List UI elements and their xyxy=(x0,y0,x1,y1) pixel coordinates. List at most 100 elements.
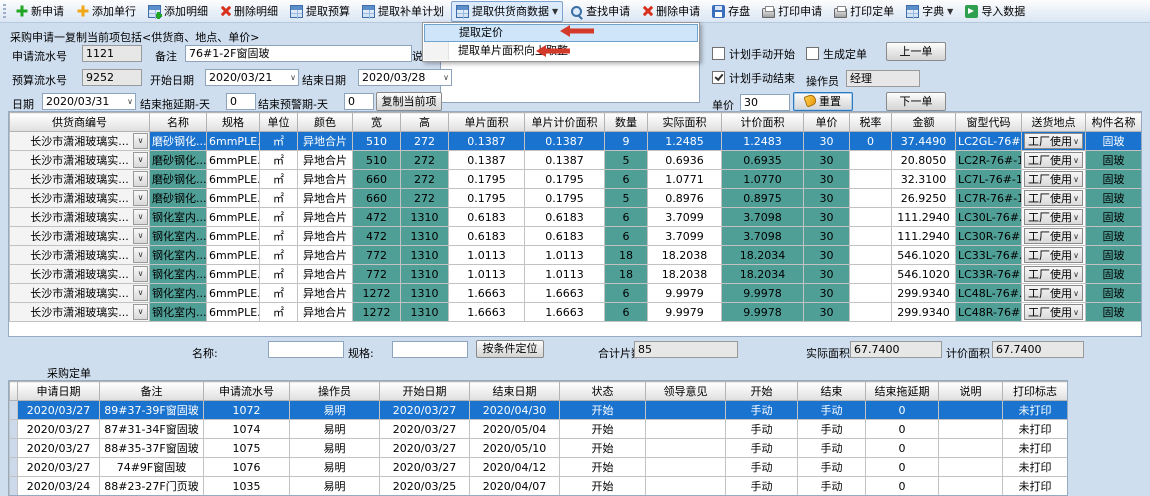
start-date-select[interactable]: 2020/03/21∨ xyxy=(205,69,299,86)
cell[interactable]: 299.9340 xyxy=(892,284,956,303)
cell[interactable]: 2020/04/12 xyxy=(470,458,560,477)
cell[interactable]: 30 xyxy=(804,246,850,265)
cell[interactable]: 30 xyxy=(804,284,850,303)
checkbox-icon[interactable] xyxy=(712,47,725,60)
cell[interactable]: 1310 xyxy=(401,227,449,246)
cell[interactable] xyxy=(850,303,892,322)
cell[interactable]: 易明 xyxy=(290,420,380,439)
cell[interactable]: 1.0770 xyxy=(722,170,804,189)
cell[interactable]: 钢化室内... xyxy=(150,227,207,246)
supplier-combo-cell[interactable]: 长沙市潇湘玻璃实...∨ xyxy=(10,208,150,227)
cell[interactable]: 0.8976 xyxy=(648,189,722,208)
cell[interactable]: 磨砂钢化... xyxy=(150,170,207,189)
previous-order-button[interactable]: 上一单 xyxy=(886,42,946,61)
cell[interactable]: 未打印 xyxy=(1003,458,1068,477)
cell[interactable]: 0.6183 xyxy=(449,208,525,227)
toolbar-button-save[interactable]: 存盘 xyxy=(707,1,755,22)
cell[interactable]: ㎡ xyxy=(260,284,298,303)
cell[interactable] xyxy=(646,420,726,439)
cell[interactable]: 磨砂钢化... xyxy=(150,189,207,208)
cell[interactable]: 0.1795 xyxy=(449,170,525,189)
reset-button[interactable]: 重置 xyxy=(793,92,853,111)
cell[interactable]: 手动 xyxy=(798,477,866,496)
delivery-location-combo[interactable]: 工厂使用∨ xyxy=(1024,190,1083,206)
cell[interactable]: 钢化室内... xyxy=(150,303,207,322)
cell[interactable]: 磨砂钢化... xyxy=(150,151,207,170)
supplier-dropdown-button[interactable]: ∨ xyxy=(133,285,148,301)
cell[interactable]: 异地合片 xyxy=(298,132,353,151)
toolbar-button-extract-supplement-plan[interactable]: 提取补单计划 xyxy=(357,1,449,22)
cell[interactable] xyxy=(850,227,892,246)
cell[interactable]: 1.0771 xyxy=(648,170,722,189)
row-indicator[interactable] xyxy=(10,420,18,439)
column-header[interactable]: 开始 xyxy=(726,382,798,401)
cell[interactable]: 0.6936 xyxy=(648,151,722,170)
toolbar-button-add-detail[interactable]: 添加明细 xyxy=(143,1,213,22)
cell[interactable] xyxy=(850,265,892,284)
locate-by-condition-button[interactable]: 按条件定位 xyxy=(476,340,544,358)
column-header[interactable]: 申请日期 xyxy=(18,382,100,401)
cell[interactable]: 手动 xyxy=(726,420,798,439)
cell[interactable]: 1.2485 xyxy=(648,132,722,151)
supplier-table-row[interactable]: 长沙市潇湘玻璃实...∨钢化室内...6mmPLE...㎡异地合片7721310… xyxy=(10,265,1142,284)
cell[interactable]: 0.1387 xyxy=(525,151,605,170)
cell[interactable]: 手动 xyxy=(798,401,866,420)
delivery-location-combo[interactable]: 工厂使用∨ xyxy=(1024,228,1083,244)
cell[interactable] xyxy=(850,170,892,189)
cell[interactable]: 18.2038 xyxy=(648,265,722,284)
cell[interactable]: 2020/05/10 xyxy=(470,439,560,458)
cell[interactable]: 299.9340 xyxy=(892,303,956,322)
cell[interactable]: 0.6183 xyxy=(525,227,605,246)
cell[interactable]: 异地合片 xyxy=(298,170,353,189)
column-header[interactable]: 单价 xyxy=(804,113,850,132)
cell[interactable]: 固玻 xyxy=(1086,208,1142,227)
supplier-table-row[interactable]: 长沙市潇湘玻璃实...∨钢化室内...6mmPLE...㎡异地合片1272131… xyxy=(10,303,1142,322)
cell[interactable]: ㎡ xyxy=(260,208,298,227)
cell[interactable] xyxy=(939,401,1003,420)
filter-name-input[interactable] xyxy=(268,341,344,358)
cell[interactable]: 30 xyxy=(804,170,850,189)
cell[interactable]: 30 xyxy=(804,265,850,284)
delivery-location-cell[interactable]: 工厂使用∨ xyxy=(1022,227,1086,246)
toolbar-button-add-row[interactable]: 添加单行 xyxy=(71,1,141,22)
cell[interactable]: 0.1387 xyxy=(525,132,605,151)
cell[interactable]: ㎡ xyxy=(260,227,298,246)
delivery-location-combo[interactable]: 工厂使用∨ xyxy=(1024,266,1083,282)
cell[interactable]: ㎡ xyxy=(260,303,298,322)
cell[interactable]: 0 xyxy=(866,439,939,458)
cell[interactable]: 9.9979 xyxy=(648,284,722,303)
supplier-dropdown-button[interactable]: ∨ xyxy=(133,152,148,168)
cell[interactable]: 开始 xyxy=(560,401,646,420)
cell[interactable]: 111.2940 xyxy=(892,227,956,246)
supplier-dropdown-button[interactable]: ∨ xyxy=(133,190,148,206)
cell[interactable]: 手动 xyxy=(726,458,798,477)
cell[interactable]: 2020/03/25 xyxy=(380,477,470,496)
column-header[interactable]: 税率 xyxy=(850,113,892,132)
cell[interactable]: 0.6183 xyxy=(449,227,525,246)
toolbar-button-find-application[interactable]: 查找申请 xyxy=(565,1,635,22)
column-header[interactable]: 金额 xyxy=(892,113,956,132)
cell[interactable]: 0 xyxy=(866,458,939,477)
cell[interactable]: 660 xyxy=(353,170,401,189)
delivery-location-cell[interactable]: 工厂使用∨ xyxy=(1022,208,1086,227)
cell[interactable]: 74#9F窗固玻 xyxy=(100,458,204,477)
row-indicator[interactable] xyxy=(10,401,18,420)
cell[interactable]: 固玻 xyxy=(1086,189,1142,208)
cell[interactable]: 272 xyxy=(401,132,449,151)
cell[interactable] xyxy=(646,458,726,477)
cell[interactable]: 0 xyxy=(866,420,939,439)
cell[interactable]: 1.0113 xyxy=(525,265,605,284)
cell[interactable]: 0.1387 xyxy=(449,132,525,151)
cell[interactable]: 1.0113 xyxy=(449,265,525,284)
order-table-row[interactable]: 2020/03/2787#31-34F窗固玻1074易明2020/03/2720… xyxy=(10,420,1068,439)
supplier-combo-cell[interactable]: 长沙市潇湘玻璃实...∨ xyxy=(10,170,150,189)
cell[interactable]: 异地合片 xyxy=(298,151,353,170)
checkbox-icon[interactable] xyxy=(806,47,819,60)
cell[interactable] xyxy=(646,477,726,496)
column-header[interactable]: 状态 xyxy=(560,382,646,401)
cell[interactable]: ㎡ xyxy=(260,246,298,265)
cell[interactable]: 6 xyxy=(605,284,648,303)
cell[interactable]: 手动 xyxy=(798,420,866,439)
column-header[interactable]: 供货商编号 xyxy=(10,113,150,132)
toolbar-button-new-application[interactable]: 新申请 xyxy=(10,1,69,22)
